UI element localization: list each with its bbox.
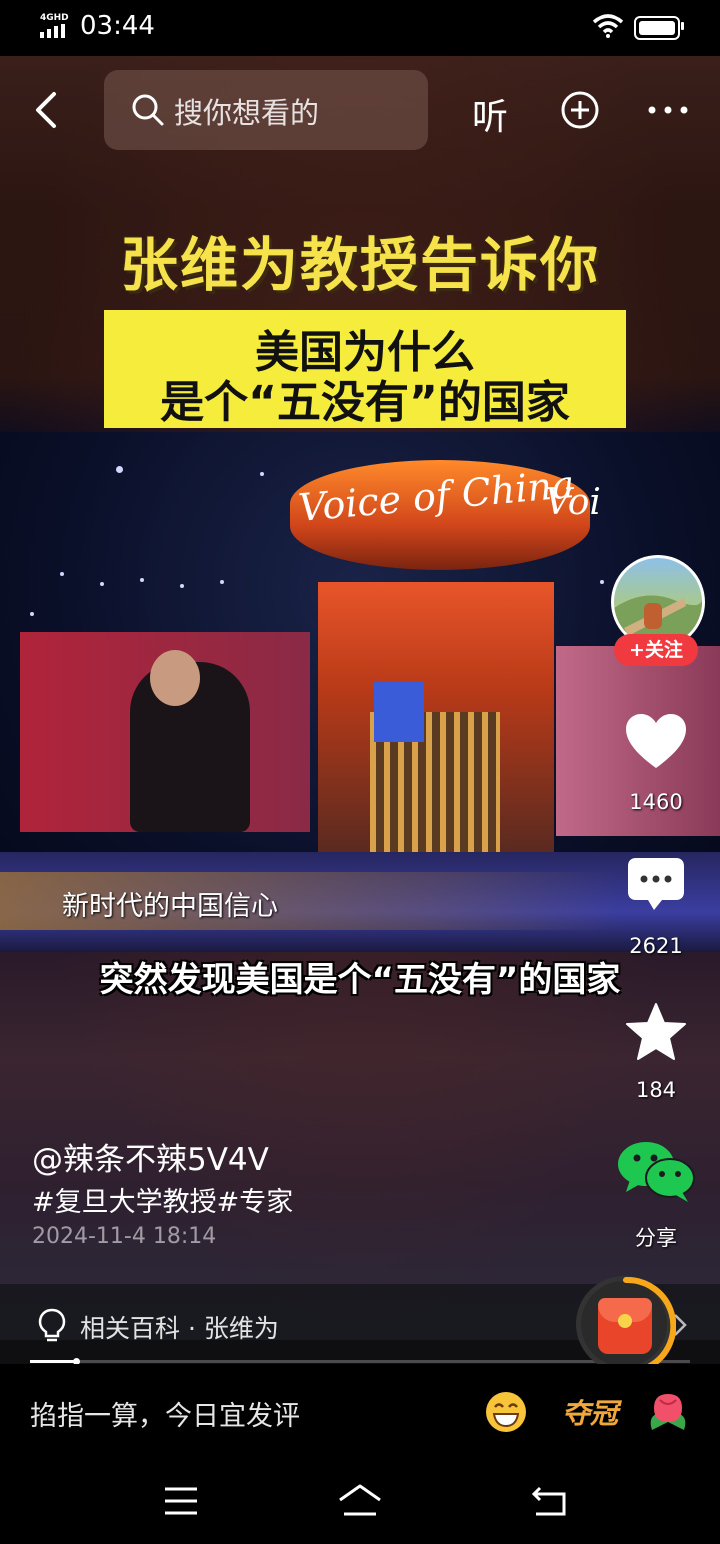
favorite-star-icon[interactable] — [625, 1002, 687, 1062]
listen-button[interactable]: 听 — [472, 88, 508, 140]
menu-icon[interactable] — [163, 1486, 199, 1516]
battery-icon — [634, 16, 680, 40]
favorite-count: 184 — [635, 1078, 677, 1102]
red-packet-coin — [618, 1314, 632, 1328]
add-circle-icon[interactable] — [560, 90, 600, 130]
status-time: 03:44 — [80, 11, 155, 41]
speaker-head — [150, 650, 200, 706]
lower-third-text: 新时代的中国信心 — [62, 891, 278, 922]
share-label[interactable]: 分享 — [614, 1222, 698, 1252]
back-nav-icon[interactable] — [530, 1484, 568, 1518]
more-options-icon[interactable] — [646, 90, 690, 130]
comment-count: 2621 — [629, 934, 683, 958]
author-name[interactable]: @辣条不辣5V4V — [32, 1134, 269, 1179]
wechat-share-icon[interactable] — [616, 1140, 696, 1204]
network-type: 4GHD — [40, 13, 69, 23]
comment-bubble-icon[interactable] — [626, 856, 686, 914]
video-subtitle: 突然发现美国是个“五没有”的国家 — [99, 960, 621, 1000]
related-wiki-label[interactable]: 相关百科 · 张维为 — [80, 1309, 279, 1345]
flower-emoji-icon[interactable] — [646, 1390, 690, 1436]
signal-icon — [40, 24, 65, 38]
like-count: 1460 — [629, 790, 683, 814]
like-heart-icon[interactable] — [624, 712, 688, 770]
search-icon — [132, 94, 164, 126]
grin-emoji-icon[interactable] — [484, 1390, 528, 1434]
video-title-text: 张维为教授告诉你 — [119, 231, 600, 299]
lightbulb-icon — [38, 1308, 66, 1342]
battery-tip — [681, 22, 684, 30]
post-hashtags[interactable]: #复旦大学教授#专家 — [32, 1180, 293, 1219]
post-date: 2024-11-4 18:14 — [32, 1224, 217, 1249]
wifi-icon — [592, 14, 624, 38]
follow-button[interactable]: +关注 — [614, 634, 698, 666]
search-input[interactable]: 搜你想看的 — [174, 90, 319, 132]
video-frame-stage: Voice of China Voi 新时代的中国信心 — [0, 432, 720, 952]
back-arrow-icon[interactable] — [28, 88, 72, 132]
champion-sticker[interactable]: 夺冠 — [562, 1392, 618, 1432]
video-progress-fill — [30, 1360, 77, 1363]
comment-input[interactable]: 掐指一算，今日宜发评 — [30, 1394, 300, 1433]
stage-sign-partial: Voi — [545, 482, 601, 523]
show-logo — [374, 682, 424, 742]
title-banner-line2: 是个“五没有”的国家 — [160, 377, 570, 428]
home-icon[interactable] — [336, 1482, 384, 1518]
